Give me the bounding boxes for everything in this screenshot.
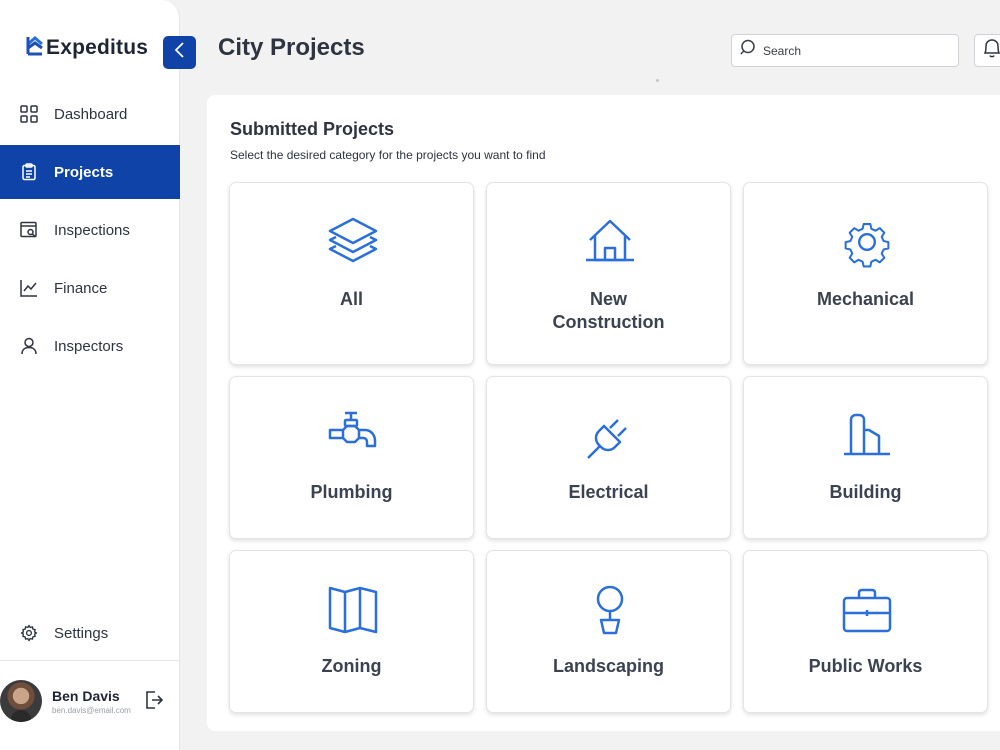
gear-icon [841,216,893,268]
category-label: Electrical [568,482,649,502]
sidebar-item-inspections[interactable]: Inspections [0,203,180,257]
category-card-public-works[interactable]: Public Works [743,550,988,713]
inspection-icon [19,221,38,240]
search-input[interactable] [763,43,943,58]
panel-title: Submitted Projects [230,119,395,139]
category-label: Building [829,482,902,502]
search-icon [740,39,758,62]
sidebar-item-settings[interactable]: Settings [0,606,180,660]
notifications-button[interactable] [974,34,1000,67]
briefcase-icon [841,584,893,636]
sidebar-item-projects[interactable]: Projects [0,145,180,199]
sidebar-item-label: Dashboard [54,105,128,123]
avatar[interactable] [0,680,42,722]
app-name: Expeditus [46,35,149,59]
logout-icon[interactable] [144,690,164,710]
sidebar-item-label: Projects [54,163,114,181]
settings-label: Settings [54,624,109,642]
sidebar-item-finance[interactable]: Finance [0,261,180,315]
user-name: Ben Davis [52,687,120,704]
logo[interactable]: Expeditus [26,34,148,61]
category-card-landscaping[interactable]: Landscaping [486,550,731,713]
expeditus-logo-icon [26,34,44,61]
category-card-building[interactable]: Building [743,376,988,539]
category-label: Plumbing [310,482,393,502]
category-card-plumbing[interactable]: Plumbing [229,376,474,539]
category-label: Landscaping [552,656,664,676]
category-label: Mechanical [816,289,915,309]
clipboard-icon [19,163,38,182]
grid-icon [19,105,38,124]
sidebar-item-label: Inspections [54,221,130,239]
house-icon [584,216,636,268]
layers-icon [327,216,379,268]
building-icon [841,410,893,462]
map-icon [327,584,379,636]
user-profile: Ben Davis ben.davis@email.com [0,676,180,726]
chart-line-icon [19,279,38,298]
sidebar-item-label: Finance [54,279,108,297]
category-card-new-construction[interactable]: New Construction [486,182,731,365]
panel-subtitle: Select the desired category for the proj… [230,148,546,162]
chevron-left-icon [174,42,186,63]
category-label: All [339,289,363,309]
category-card-all[interactable]: All [229,182,474,365]
category-label: Zoning [321,656,382,676]
category-card-electrical[interactable]: Electrical [486,376,731,539]
plug-icon [584,410,636,462]
sidebar: Expeditus Dashboard Projects Inspections [0,0,180,750]
projects-panel: Submitted Projects Select the desired ca… [207,95,1000,731]
gear-icon [19,624,38,643]
tree-icon [584,584,636,636]
category-card-mechanical[interactable]: Mechanical [743,182,988,365]
user-info: Ben Davis ben.davis@email.com [52,688,131,715]
faucet-icon [327,410,379,462]
category-label: New Construction [552,289,665,332]
search-box[interactable] [731,34,959,67]
collapse-sidebar-button[interactable] [163,36,196,69]
category-label: Public Works [808,656,923,676]
decorative-dot [656,79,659,82]
sidebar-item-inspectors[interactable]: Inspectors [0,319,180,373]
sidebar-divider [0,660,180,661]
sidebar-item-label: Inspectors [54,337,124,355]
user-icon [19,337,38,356]
user-email: ben.davis@email.com [52,705,131,715]
bell-icon [982,37,1000,64]
sidebar-item-dashboard[interactable]: Dashboard [0,87,180,141]
page-title: City Projects [218,34,365,61]
category-card-zoning[interactable]: Zoning [229,550,474,713]
